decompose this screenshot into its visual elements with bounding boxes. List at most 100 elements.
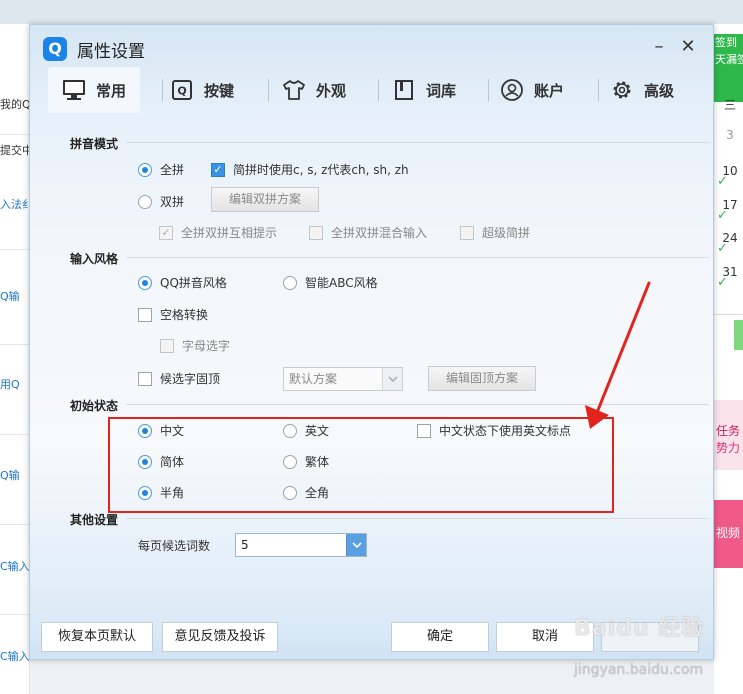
dropdown-value: 默认方案 bbox=[289, 372, 338, 386]
dropdown-value: 5 bbox=[241, 538, 249, 552]
tab-keys[interactable]: Q 按键 bbox=[170, 67, 234, 113]
tab-label: 账户 bbox=[534, 81, 565, 100]
checkbox-super-abbr[interactable]: 超级简拼 bbox=[460, 224, 530, 241]
tab-bar: 常用 Q 按键 外观 词库 账户 高级 bbox=[42, 67, 702, 113]
video-banner[interactable]: 视频 bbox=[714, 500, 743, 568]
check-icon: ✓ bbox=[717, 208, 728, 223]
cancel-button[interactable]: 取消 bbox=[496, 622, 594, 652]
book-icon bbox=[392, 78, 416, 102]
option-label: 全拼双拼混合输入 bbox=[331, 226, 428, 240]
dialog-title: 属性设置 bbox=[77, 42, 145, 62]
section-title-initial-state: 初始状态 bbox=[70, 399, 119, 413]
bg-left-fragment[interactable]: 用Q bbox=[0, 376, 30, 392]
background-left-panel: 我的Q 提交中 入法纟 Q输 用Q Q输 C输入 C输入 bbox=[0, 24, 30, 694]
calendar-weekday: 三 bbox=[723, 98, 736, 112]
watermark-url: jingyan.baidu.com bbox=[574, 662, 704, 678]
bg-left-divider bbox=[0, 524, 30, 525]
background-top-bar bbox=[0, 0, 743, 24]
option-label: 候选字固顶 bbox=[160, 372, 221, 386]
tab-label: 外观 bbox=[316, 81, 347, 100]
chevron-down-icon bbox=[346, 534, 366, 556]
bg-green-button[interactable] bbox=[734, 320, 743, 350]
checkbox-letter-select[interactable]: 字母选字 bbox=[160, 337, 230, 354]
bg-right-divider bbox=[714, 314, 743, 315]
background-right-panel: 签到 天漏签 三 3 10 ✓ 17 ✓ 24 ✓ 31 ✓ 任务 势力 视频 bbox=[714, 24, 743, 694]
tab-divider bbox=[162, 79, 163, 101]
signin-banner[interactable]: 签到 天漏签 bbox=[714, 34, 743, 102]
edit-double-pinyin-button[interactable]: 编辑双拼方案 bbox=[211, 187, 319, 212]
key-icon: Q bbox=[170, 78, 194, 102]
radio-selected-icon bbox=[138, 275, 152, 290]
radio-unselected-icon bbox=[283, 275, 297, 290]
checkbox-unchecked-icon bbox=[138, 371, 152, 386]
tab-general[interactable]: 常用 bbox=[48, 67, 141, 113]
radio-selected-icon bbox=[138, 162, 152, 177]
checkbox-mixed-input[interactable]: 全拼双拼混合输入 bbox=[309, 224, 427, 241]
restore-defaults-button[interactable]: 恢复本页默认 bbox=[41, 622, 153, 652]
gear-icon bbox=[610, 78, 634, 102]
title-bar[interactable]: Q 属性设置 – ✕ bbox=[30, 25, 713, 69]
minimize-button[interactable]: – bbox=[649, 37, 669, 57]
qq-pinyin-logo-icon: Q bbox=[43, 37, 67, 61]
settings-dialog: Q 属性设置 – ✕ 常用 Q 按键 外观 词库 账户 高级 拼音模式 全拼 ✓… bbox=[29, 24, 714, 660]
bg-left-divider bbox=[0, 614, 30, 615]
option-label: 双拼 bbox=[160, 195, 185, 209]
check-icon: ✓ bbox=[717, 174, 728, 189]
bg-left-fragment[interactable]: Q输 bbox=[0, 467, 30, 483]
monitor-icon bbox=[62, 78, 86, 102]
candidates-per-page-select[interactable]: 5 bbox=[235, 533, 367, 557]
tab-label: 按键 bbox=[204, 81, 235, 100]
radio-double-pinyin[interactable]: 双拼 bbox=[138, 193, 184, 210]
bg-left-fragment: 我的Q bbox=[0, 98, 30, 111]
option-label: 空格转换 bbox=[160, 308, 209, 322]
feedback-button[interactable]: 意见反馈及投诉 bbox=[162, 622, 278, 652]
close-button[interactable]: ✕ bbox=[678, 37, 698, 57]
bg-left-fragment: 提交中 bbox=[0, 144, 30, 157]
tab-divider bbox=[268, 79, 269, 101]
tab-divider bbox=[598, 79, 599, 101]
radio-unselected-icon bbox=[138, 194, 152, 209]
bg-left-fragment[interactable]: Q输 bbox=[0, 288, 30, 304]
checkbox-abbr-pinyin[interactable]: ✓ 简拼时使用c, s, z代表ch, sh, zh bbox=[211, 161, 409, 178]
tab-advanced[interactable]: 高级 bbox=[610, 67, 674, 113]
checkbox-disabled-icon bbox=[460, 225, 474, 240]
radio-full-pinyin[interactable]: 全拼 bbox=[138, 161, 184, 178]
tab-dictionary[interactable]: 词库 bbox=[392, 67, 456, 113]
fix-scheme-dropdown[interactable]: 默认方案 bbox=[283, 367, 403, 391]
svg-text:Q: Q bbox=[177, 85, 186, 98]
checkbox-mutual-hint[interactable]: ✓ 全拼双拼互相提示 bbox=[159, 224, 277, 241]
section-title-other-settings: 其他设置 bbox=[70, 513, 119, 527]
section-divider bbox=[126, 257, 709, 258]
option-label: 全拼双拼互相提示 bbox=[181, 226, 278, 240]
checkbox-disabled-icon bbox=[309, 225, 323, 240]
option-label: 智能ABC风格 bbox=[305, 276, 378, 290]
section-divider bbox=[126, 142, 709, 143]
checkbox-checked-icon: ✓ bbox=[211, 162, 225, 177]
bg-left-fragment[interactable]: 入法纟 bbox=[0, 196, 30, 212]
tshirt-icon bbox=[282, 78, 306, 102]
bg-left-divider bbox=[0, 249, 30, 250]
bg-left-divider bbox=[0, 434, 30, 435]
checkbox-space-convert[interactable]: 空格转换 bbox=[138, 306, 208, 323]
radio-qq-style[interactable]: QQ拼音风格 bbox=[138, 274, 227, 291]
bg-left-fragment[interactable]: C输入 bbox=[0, 558, 30, 574]
bg-left-fragment[interactable]: C输入 bbox=[0, 648, 30, 664]
checkbox-disabled-checked-icon: ✓ bbox=[159, 225, 173, 240]
check-icon: ✓ bbox=[717, 275, 728, 290]
checkbox-candidate-fix[interactable]: 候选字固顶 bbox=[138, 370, 220, 387]
user-icon bbox=[500, 78, 524, 102]
check-icon: ✓ bbox=[717, 241, 728, 256]
tab-account[interactable]: 账户 bbox=[500, 67, 564, 113]
tab-appearance[interactable]: 外观 bbox=[282, 67, 346, 113]
dialog-footer: 恢复本页默认 意见反馈及投诉 确定 取消 bbox=[30, 613, 713, 659]
bg-left-divider bbox=[0, 344, 30, 345]
task-banner-label: 势力 bbox=[716, 441, 741, 455]
tab-label: 词库 bbox=[426, 81, 457, 100]
ok-button[interactable]: 确定 bbox=[391, 622, 489, 652]
radio-abc-style[interactable]: 智能ABC风格 bbox=[283, 274, 378, 291]
task-banner[interactable]: 任务 势力 bbox=[714, 400, 743, 470]
option-label: 全拼 bbox=[160, 163, 185, 177]
apply-button[interactable] bbox=[601, 622, 699, 652]
edit-fix-scheme-button[interactable]: 编辑固顶方案 bbox=[428, 366, 536, 391]
option-label: 每页候选词数 bbox=[138, 539, 211, 553]
